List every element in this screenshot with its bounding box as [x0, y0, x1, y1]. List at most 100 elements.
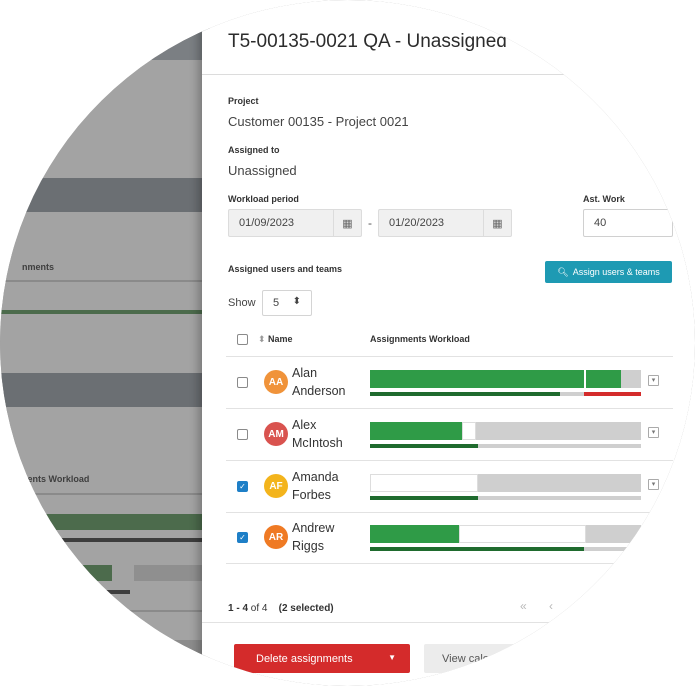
paging-info: 1 - 4 of 4 (2 selected) [228, 603, 334, 614]
first-page-icon[interactable]: « [520, 599, 527, 613]
workload-fill [370, 525, 459, 543]
assigned-to-label: Assigned to [228, 145, 280, 155]
workload-gap [462, 422, 476, 440]
avatar: AF [264, 474, 288, 498]
row-checkbox[interactable]: ✓ [237, 481, 248, 492]
user-name[interactable]: Amanda Forbes [292, 468, 362, 504]
expand-icon[interactable]: ▾ [648, 530, 659, 541]
footer-divider [202, 622, 695, 623]
delete-assignments-button[interactable]: Delete assignments ▼ [234, 644, 410, 673]
workload-fill [586, 370, 621, 388]
prev-page-icon[interactable]: ‹ [549, 599, 553, 613]
avatar: AR [264, 525, 288, 549]
background-divider [0, 493, 210, 495]
user-first-name: Amanda [292, 470, 339, 484]
caret-down-icon[interactable]: ▼ [388, 653, 396, 662]
sort-icon: ⬍ [258, 334, 269, 344]
row-checkbox[interactable]: ✓ [237, 532, 248, 543]
workload-thin-fill [370, 496, 478, 500]
workload-over-fill [584, 392, 641, 396]
user-name[interactable]: Andrew Riggs [292, 519, 362, 555]
user-name[interactable]: Alan Anderson [292, 364, 362, 400]
project-label: Project [228, 96, 259, 106]
background-header [0, 0, 210, 60]
background-dark-line [60, 590, 130, 594]
assignment-panel: T5-00135-0021 QA - Unassigned Project Cu… [202, 0, 695, 686]
delete-assignments-label: Delete assignments [256, 652, 353, 665]
page-size-select[interactable]: 5 ⬍ [262, 290, 312, 316]
search-icon: 🔍︎ [557, 266, 569, 277]
workload-thin-fill [370, 547, 584, 551]
background-green-line [0, 310, 210, 314]
background-green-bar [60, 565, 112, 581]
workload-thin-fill [370, 444, 478, 448]
show-label: Show [228, 297, 256, 309]
start-date-value: 01/09/2023 [239, 217, 295, 229]
workload-empty [459, 525, 586, 543]
user-last-name: Riggs [292, 539, 324, 553]
view-calendar-button[interactable]: View calend [424, 644, 544, 673]
project-value: Customer 00135 - Project 0021 [228, 114, 409, 129]
background-bar [0, 178, 210, 212]
table-divider [226, 356, 673, 357]
calendar-icon[interactable]: ▦ [483, 210, 511, 236]
user-last-name: McIntosh [292, 436, 343, 450]
workload-empty [370, 474, 478, 492]
panel-title: T5-00135-0021 QA - Unassigned [228, 31, 507, 52]
background-app: nments nents Workload [0, 0, 210, 686]
date-separator: - [368, 216, 372, 230]
user-first-name: Alan [292, 366, 318, 380]
page-number[interactable]: 1 [574, 601, 580, 612]
background-label-assignments: nments [22, 262, 55, 272]
row-checkbox[interactable] [237, 429, 248, 440]
paging-range: 1 - 4 [228, 603, 249, 614]
workload-period-label: Workload period [228, 194, 299, 204]
assign-users-button[interactable]: 🔍︎ Assign users & teams [545, 261, 672, 283]
select-all-checkbox[interactable] [237, 334, 248, 345]
user-first-name: Andrew [292, 521, 335, 535]
table-row-divider [226, 408, 673, 409]
end-date-value: 01/20/2023 [389, 217, 445, 229]
background-divider [0, 610, 210, 612]
name-column-header[interactable]: ⬍ Name [258, 334, 293, 345]
workload-thin-fill [370, 392, 560, 396]
user-last-name: Anderson [292, 384, 346, 398]
expand-icon[interactable]: ▾ [648, 375, 659, 386]
paging-total: of 4 [250, 603, 268, 614]
row-checkbox[interactable] [237, 377, 248, 388]
paging-selected: (2 selected) [278, 603, 334, 614]
circular-frame: nments nents Workload T5-00135-0021 QA -… [0, 0, 695, 686]
avatar: AM [264, 422, 288, 446]
user-name[interactable]: Alex McIntosh [292, 416, 362, 452]
background-bar [0, 373, 210, 407]
end-date-field[interactable]: 01/20/2023 ▦ [378, 209, 512, 237]
workload-column-header: Assignments Workload [370, 334, 470, 344]
user-last-name: Forbes [292, 488, 331, 502]
assigned-users-label: Assigned users and teams [228, 264, 343, 274]
assigned-to-value: Unassigned [228, 163, 297, 178]
calendar-icon[interactable]: ▦ [333, 210, 361, 236]
table-row-divider [226, 460, 673, 461]
expand-icon[interactable]: ▾ [648, 479, 659, 490]
header-divider [202, 74, 695, 75]
background-grey-bar [134, 565, 210, 581]
table-row-divider [226, 563, 673, 564]
assign-users-button-label: Assign users & teams [572, 267, 660, 277]
background-grey-bar [60, 640, 210, 656]
background-label-workload: nents Workload [22, 474, 90, 484]
workload-fill [370, 370, 584, 388]
start-date-field[interactable]: 01/09/2023 ▦ [228, 209, 362, 237]
name-column-label: Name [268, 334, 293, 344]
avatar: AA [264, 370, 288, 394]
user-first-name: Alex [292, 418, 317, 432]
expand-icon[interactable]: ▾ [648, 427, 659, 438]
background-green-bar [40, 514, 210, 530]
page-size-value: 5 [273, 297, 280, 309]
table-row-divider [226, 512, 673, 513]
background-divider [0, 280, 210, 282]
background-dark-line [60, 538, 210, 542]
workload-fill [370, 422, 462, 440]
est-work-label: Ast. Work [583, 194, 625, 204]
sort-arrows-icon: ⬍ [292, 296, 301, 307]
est-work-input[interactable]: 40 [583, 209, 673, 237]
